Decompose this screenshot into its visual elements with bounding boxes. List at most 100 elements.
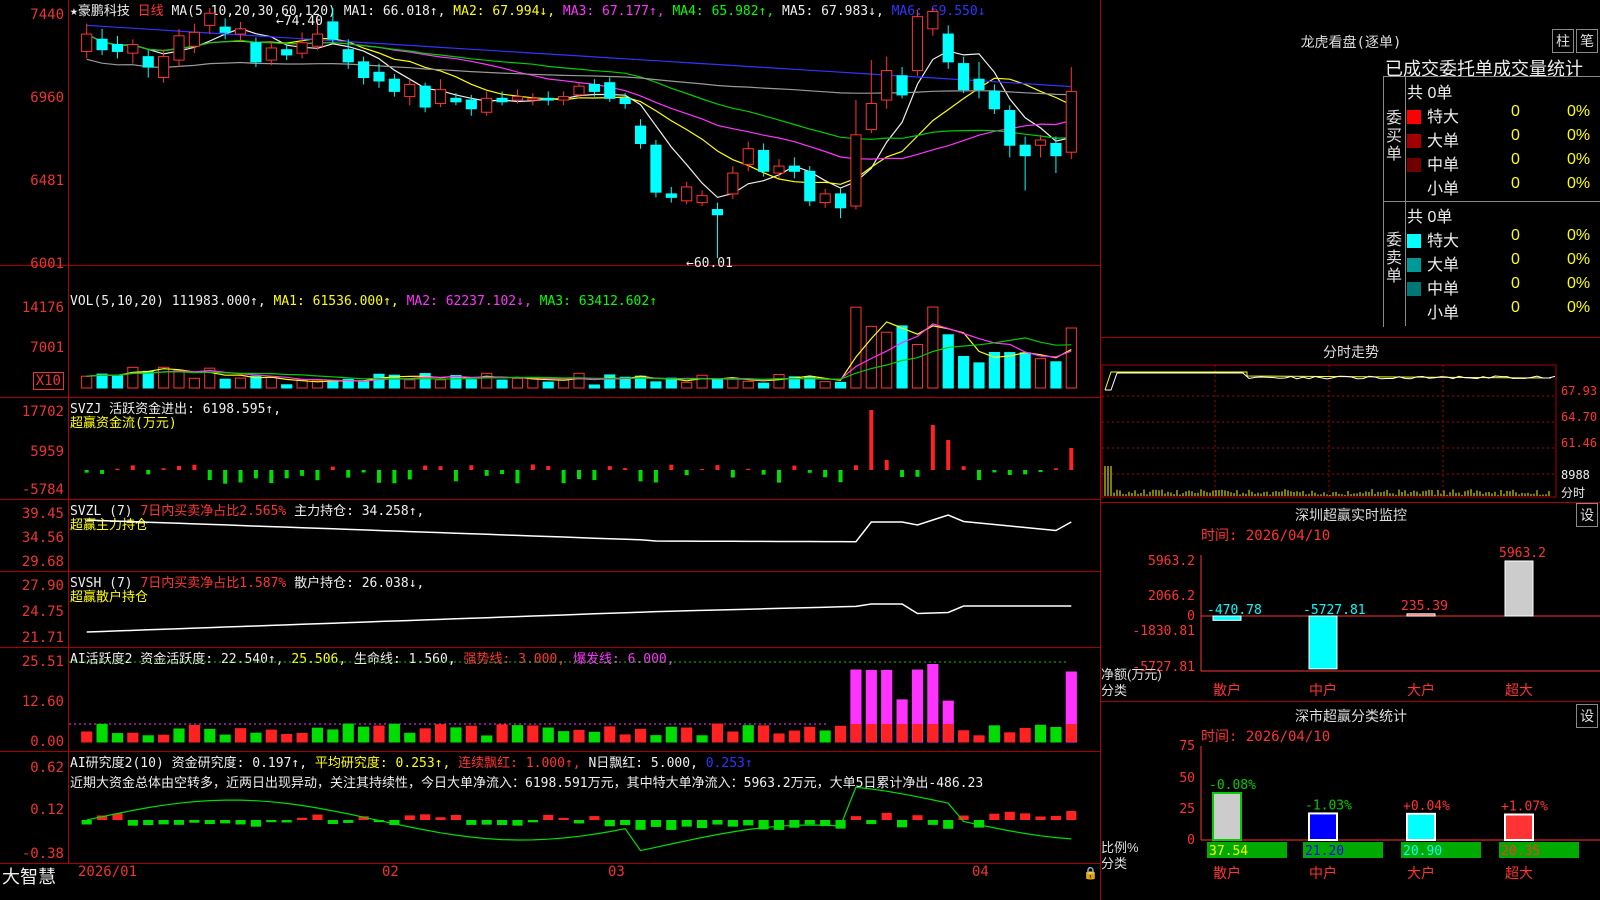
flow-bar bbox=[715, 465, 720, 470]
flow-bar bbox=[1007, 470, 1012, 475]
ai-activity-chart[interactable] bbox=[69, 648, 1099, 751]
research-bar bbox=[927, 820, 938, 825]
candle-body bbox=[619, 97, 631, 105]
activity-bar bbox=[711, 723, 724, 743]
order-percent: 0% bbox=[1567, 127, 1591, 144]
order-row: 特大 bbox=[1407, 103, 1459, 127]
order-total: 共 0单 bbox=[1407, 85, 1453, 102]
flow-bar bbox=[284, 470, 289, 479]
activity-bar bbox=[819, 730, 831, 743]
candle-body bbox=[111, 43, 124, 52]
bar-mode-button[interactable]: 柱 bbox=[1552, 29, 1574, 53]
flow-bar bbox=[253, 470, 258, 479]
price-tick: 6960 bbox=[30, 90, 64, 106]
order-type-label: 小单 bbox=[1427, 305, 1460, 322]
ai-research-chart[interactable] bbox=[69, 752, 1099, 863]
order-color-swatch bbox=[1407, 282, 1421, 296]
order-color-swatch bbox=[1407, 158, 1421, 172]
activity-bar bbox=[265, 729, 277, 743]
flow-bar bbox=[1069, 448, 1074, 470]
svsh-chart[interactable] bbox=[69, 572, 1099, 647]
ai1-tick: 25.51 bbox=[21, 654, 64, 670]
price-axis: 7440 6960 6481 6001 bbox=[0, 0, 69, 272]
order-count: 0 bbox=[1511, 127, 1520, 144]
candle-body bbox=[265, 47, 277, 61]
order-row: 大单 bbox=[1407, 251, 1459, 275]
candle-body bbox=[496, 97, 508, 103]
volume-chart[interactable] bbox=[69, 266, 1099, 397]
monitor-tick: 5963.2 bbox=[1148, 554, 1195, 569]
order-color-swatch bbox=[1407, 234, 1421, 248]
activity-bar bbox=[1004, 732, 1016, 743]
activity-bar bbox=[311, 727, 324, 743]
ai1-tick: 12.60 bbox=[21, 694, 64, 710]
activity-bar bbox=[250, 732, 262, 743]
volume-bar bbox=[265, 376, 277, 389]
candle-body bbox=[511, 96, 524, 101]
candle-body bbox=[158, 56, 170, 78]
volume-bar bbox=[558, 379, 570, 389]
research-bar bbox=[343, 820, 354, 823]
research-bar bbox=[1066, 811, 1077, 820]
lock-icon[interactable]: 🔒 bbox=[1083, 866, 1098, 880]
order-percent: 0% bbox=[1567, 275, 1591, 292]
volume-bar bbox=[404, 379, 416, 389]
class-stats-panel: 深市超赢分类统计 设 时间: 2026/04/10 75 50 25 0 -0.08% 3… bbox=[1100, 702, 1600, 900]
svsh-tick: 21.71 bbox=[21, 630, 64, 646]
activity-bar bbox=[758, 725, 770, 743]
research-bar bbox=[804, 820, 815, 825]
svzj-pane[interactable]: 17702 5959 -5784 SVZJ 活跃资金进出: 6198.595↑,… bbox=[0, 398, 1100, 500]
flow-bar bbox=[838, 470, 843, 483]
flow-bar bbox=[161, 468, 166, 470]
price-tick: 7440 bbox=[30, 7, 64, 23]
monitor-category: 中户 bbox=[1309, 682, 1337, 698]
volume-pane[interactable]: 14176 7001 X10 VOL(5,10,20) 111983.000↑,… bbox=[0, 266, 1100, 398]
research-bar bbox=[189, 820, 200, 823]
volume-tick: 14176 bbox=[21, 300, 64, 316]
activity-bar bbox=[742, 725, 754, 743]
svzl-chart[interactable] bbox=[69, 500, 1099, 571]
activity-base bbox=[943, 724, 954, 742]
candle-body bbox=[604, 82, 616, 99]
candle-body bbox=[758, 149, 770, 172]
price-pane[interactable]: 7440 6960 6481 6001 ★豪鹏科技 日线 MA(5,10,20,… bbox=[0, 0, 1100, 272]
monitor-value: 235.39 bbox=[1401, 599, 1448, 614]
candle-body bbox=[373, 71, 385, 82]
class-category: 超大 bbox=[1505, 865, 1533, 881]
research-bar bbox=[850, 816, 861, 820]
activity-base bbox=[912, 724, 923, 742]
realtime-monitor-panel: 深圳超赢实时监控 设 时间: 2026/04/10 5963.2 2066.2 0-… bbox=[1100, 503, 1600, 702]
svzj-chart[interactable] bbox=[69, 398, 1099, 499]
activity-bar bbox=[558, 731, 570, 743]
order-count: 0 bbox=[1511, 227, 1520, 244]
ai-activity-pane[interactable]: 25.51 12.60 0.00 AI活跃度2 资金活跃度: 22.540↑, … bbox=[0, 648, 1100, 752]
svzl-pane[interactable]: 39.45 34.56 29.68 SVZL (7) 7日内买卖净占比2.565… bbox=[0, 500, 1100, 572]
intraday-chart[interactable] bbox=[1101, 364, 1557, 498]
flow-bar bbox=[900, 470, 905, 477]
flow-bar bbox=[653, 470, 658, 483]
research-bar bbox=[173, 820, 185, 825]
volume-bar bbox=[927, 306, 939, 389]
volume-bar bbox=[481, 372, 493, 389]
volume-bar bbox=[1004, 352, 1016, 389]
research-bar bbox=[1035, 816, 1046, 820]
order-percent: 0% bbox=[1567, 251, 1591, 268]
candlestick-chart[interactable] bbox=[69, 0, 1099, 265]
svsh-tick: 24.75 bbox=[21, 604, 64, 620]
class-change: -0.08% bbox=[1209, 778, 1256, 793]
volume-bar bbox=[896, 325, 908, 389]
flow-bar bbox=[346, 470, 351, 478]
svsh-pane[interactable]: 27.90 24.75 21.71 SVSH (7) 7日内买卖净占比1.587… bbox=[0, 572, 1100, 648]
ai-research-pane[interactable]: 0.62 0.12 -0.38 AI研究度2(10) 资金研究度: 0.197↑… bbox=[0, 752, 1100, 864]
candle-body bbox=[219, 26, 231, 33]
activity-base bbox=[897, 724, 908, 742]
flow-bar bbox=[423, 465, 428, 470]
flow-bar bbox=[853, 465, 858, 470]
research-bar bbox=[512, 820, 523, 826]
tick-mode-button[interactable]: 笔 bbox=[1576, 29, 1598, 53]
fenshi-avg-line bbox=[1104, 371, 1552, 391]
class-tick: 0 bbox=[1187, 833, 1195, 848]
candle-body bbox=[527, 97, 539, 101]
volume-bar bbox=[942, 334, 954, 389]
activity-bar bbox=[511, 725, 524, 743]
